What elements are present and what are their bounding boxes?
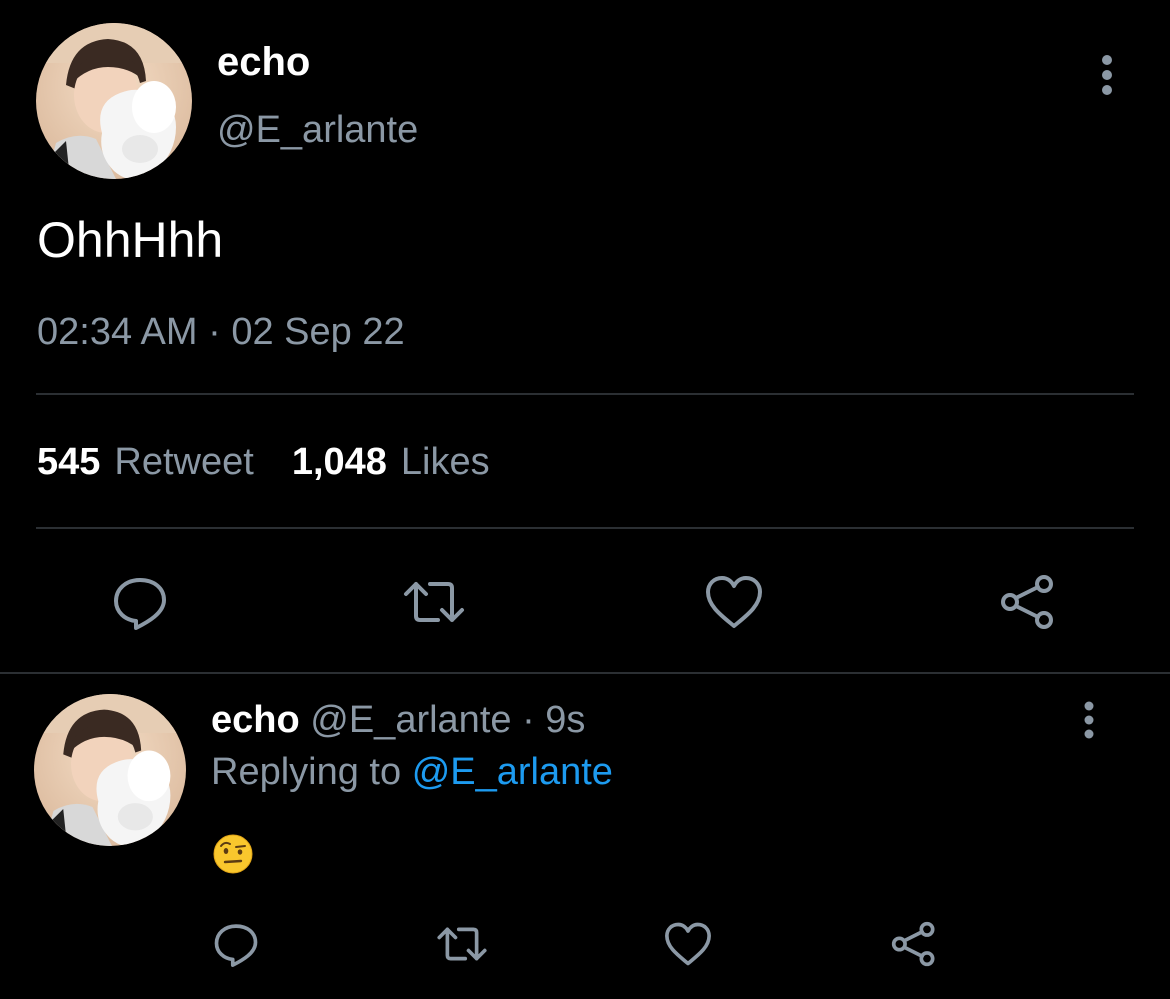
author-handle[interactable]: @E_arlante bbox=[217, 106, 418, 154]
like-icon[interactable] bbox=[702, 570, 766, 634]
avatar[interactable] bbox=[34, 694, 186, 846]
avatar[interactable] bbox=[36, 23, 192, 179]
author-name[interactable]: echo bbox=[217, 38, 310, 86]
section-divider bbox=[0, 672, 1170, 674]
tweet-text: OhhHhh bbox=[37, 212, 224, 268]
like-icon[interactable] bbox=[662, 918, 714, 970]
retweet-stat[interactable]: 545 Retweet bbox=[37, 438, 254, 486]
like-label: Likes bbox=[400, 441, 490, 483]
author-handle[interactable]: @E_arlante bbox=[310, 699, 511, 741]
reply-icon[interactable] bbox=[210, 918, 262, 970]
author-name[interactable]: echo bbox=[211, 699, 300, 741]
tweet-time: 02:34 AM bbox=[37, 311, 198, 353]
retweet-icon[interactable] bbox=[402, 570, 466, 634]
retweet-icon[interactable] bbox=[436, 918, 488, 970]
replying-to: Replying to @E_arlante bbox=[211, 748, 613, 796]
share-icon[interactable] bbox=[888, 918, 940, 970]
more-vertical-icon[interactable] bbox=[1070, 698, 1108, 742]
divider bbox=[36, 393, 1134, 395]
reply-icon[interactable] bbox=[108, 570, 172, 634]
more-vertical-icon[interactable] bbox=[1087, 52, 1127, 98]
tweet-date: 02 Sep 22 bbox=[231, 311, 405, 353]
like-count: 1,048 bbox=[291, 441, 387, 483]
retweet-count: 545 bbox=[37, 441, 101, 483]
face-with-raised-eyebrow-icon bbox=[212, 833, 254, 875]
separator-dot: · bbox=[522, 699, 535, 741]
divider bbox=[36, 527, 1134, 529]
separator-dot: · bbox=[208, 311, 221, 353]
tweet-age[interactable]: 9s bbox=[545, 699, 585, 741]
timestamp[interactable]: 02:34 AM · 02 Sep 22 bbox=[37, 308, 405, 356]
replying-prefix: Replying to bbox=[211, 751, 402, 793]
reply-header: echo @E_arlante · 9s bbox=[211, 696, 585, 744]
engagement-stats: 545 Retweet 1,048 Likes bbox=[37, 438, 490, 486]
like-stat[interactable]: 1,048 Likes bbox=[292, 438, 490, 486]
replying-to-link[interactable]: @E_arlante bbox=[412, 751, 613, 793]
share-icon[interactable] bbox=[996, 570, 1060, 634]
retweet-label: Retweet bbox=[114, 441, 254, 483]
